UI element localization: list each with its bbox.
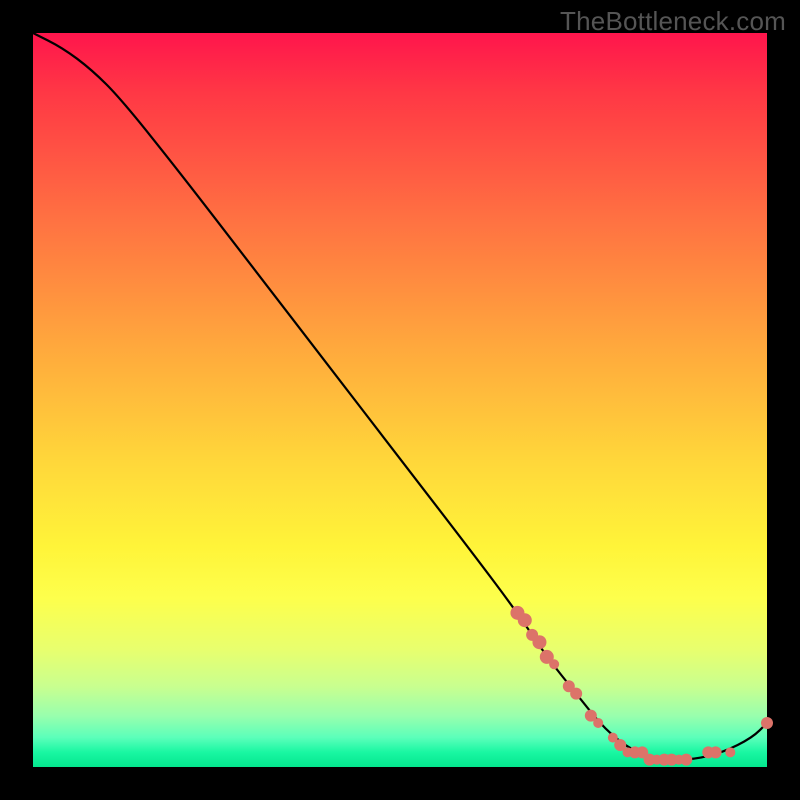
data-marker	[593, 718, 603, 728]
plot-background-gradient	[33, 33, 767, 767]
chart-stage: TheBottleneck.com	[0, 0, 800, 800]
data-marker	[549, 659, 559, 669]
marker-group	[510, 606, 773, 766]
data-marker	[680, 754, 692, 766]
data-marker	[710, 746, 722, 758]
data-marker	[725, 747, 735, 757]
bottleneck-curve-line	[33, 33, 767, 760]
data-marker	[518, 613, 532, 627]
data-marker	[532, 635, 546, 649]
data-marker	[761, 717, 773, 729]
chart-svg	[33, 33, 767, 767]
data-marker	[570, 688, 582, 700]
